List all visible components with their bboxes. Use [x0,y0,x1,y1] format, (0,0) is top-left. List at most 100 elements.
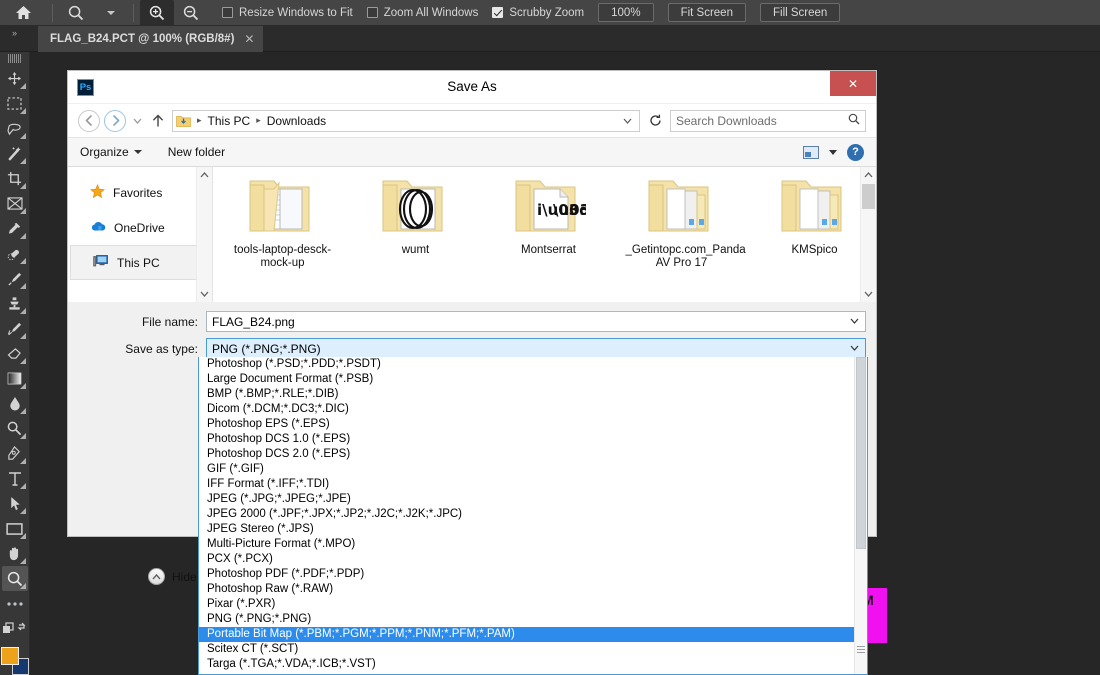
dropdown-option[interactable]: Pixar (*.PXR) [199,597,854,612]
dropdown-option[interactable]: Targa (*.TGA;*.VDA;*.ICB;*.VST) [199,657,854,672]
sidebar-item-favorites[interactable]: Favorites [68,175,212,210]
zoom-out-icon[interactable] [174,0,208,26]
dropdown-option[interactable]: Multi-Picture Format (*.MPO) [199,537,854,552]
dropdown-option[interactable]: Photoshop DCS 2.0 (*.EPS) [199,447,854,462]
file-name-input[interactable]: FLAG_B24.png [206,311,866,332]
file-item[interactable]: wumt [358,175,473,270]
chevron-down-icon[interactable] [847,343,862,354]
foreground-color-swatch[interactable] [0,647,19,665]
scrollbar-thumb[interactable] [862,184,875,209]
dropdown-option[interactable]: JPEG 2000 (*.JPF;*.JPX;*.JP2;*.J2C;*.J2K… [199,507,854,522]
active-tool-magnifier-icon[interactable] [59,0,93,26]
file-item[interactable]: tools-laptop-desck-mock-up [225,175,340,270]
address-bar[interactable]: ▸ This PC ▸ Downloads [172,109,640,132]
scrollbar-thumb[interactable] [856,357,866,549]
view-layout-icon[interactable] [803,145,819,159]
save-as-type-combobox[interactable]: PNG (*.PNG;*.PNG) [206,338,866,359]
dialog-title-bar[interactable]: Ps Save As ✕ [68,71,876,104]
sidebar-item-this-pc[interactable]: This PC [70,245,210,280]
checkbox-box[interactable] [366,7,378,18]
dropdown-option[interactable]: JPEG (*.JPG;*.JPEG;*.JPE) [199,492,854,507]
brush-tool[interactable] [2,266,28,291]
chevron-down-icon[interactable] [861,286,876,302]
sidebar-scrollbar[interactable] [196,167,212,302]
dodge-tool[interactable] [2,416,28,441]
hand-tool[interactable] [2,541,28,566]
fit-screen-button[interactable]: Fit Screen [667,3,746,22]
dropdown-option[interactable]: Photoshop EPS (*.EPS) [199,417,854,432]
zoom-in-icon[interactable] [140,0,174,26]
move-tool[interactable] [2,66,28,91]
dropdown-option[interactable]: Photoshop Raw (*.RAW) [199,582,854,597]
dropdown-option[interactable]: Photoshop DCS 1.0 (*.EPS) [199,432,854,447]
dropdown-option[interactable]: Photoshop PDF (*.PDF;*.PDP) [199,567,854,582]
history-brush-tool[interactable] [2,316,28,341]
recent-locations-chevron-down-icon[interactable] [130,110,144,132]
sidebar-item-onedrive[interactable]: OneDrive [68,210,212,245]
chevron-down-icon[interactable] [197,286,212,302]
dropdown-option[interactable]: JPEG Stereo (*.JPS) [199,522,854,537]
dropdown-scrollbar[interactable] [854,357,867,674]
chevron-up-icon[interactable] [861,167,876,183]
blur-tool[interactable] [2,391,28,416]
file-item[interactable]: KMSpico [757,175,872,270]
spot-healing-brush-tool[interactable] [2,241,28,266]
forward-button[interactable] [104,109,126,132]
fill-screen-button[interactable]: Fill Screen [759,3,841,22]
tool-preset-chevron-down-icon[interactable] [93,0,127,26]
magic-wand-tool[interactable] [2,141,28,166]
collapse-panels-icon[interactable]: » [4,26,24,40]
refresh-icon[interactable] [644,110,666,132]
type-tool[interactable] [2,466,28,491]
eraser-tool[interactable] [2,341,28,366]
eyedropper-tool[interactable] [2,216,28,241]
color-mode-icons[interactable] [2,616,28,641]
zoom-100-percent-button[interactable]: 100% [598,3,654,22]
dropdown-option[interactable]: Photoshop (*.PSD;*.PDD;*.PSDT) [199,357,854,372]
organize-button[interactable]: Organize [80,145,142,159]
clone-stamp-tool[interactable] [2,291,28,316]
dropdown-option[interactable]: GIF (*.GIF) [199,462,854,477]
pen-tool[interactable] [2,441,28,466]
checkbox-resize-windows-to-fit[interactable]: Resize Windows to Fit [222,7,353,19]
checkbox-scrubby-zoom[interactable]: Scrubby Zoom [492,7,584,19]
edit-toolbar-icon[interactable] [2,591,28,616]
dropdown-option[interactable]: PCX (*.PCX) [199,552,854,567]
file-list-scrollbar[interactable] [860,167,876,302]
chevron-up-icon[interactable] [197,167,212,183]
crop-tool[interactable] [2,166,28,191]
gradient-tool[interactable] [2,366,28,391]
zoom-tool[interactable] [1,566,28,591]
dropdown-option[interactable]: Portable Bit Map (*.PBM;*.PGM;*.PPM;*.PN… [199,627,854,642]
path-selection-tool[interactable] [2,491,28,516]
close-icon[interactable]: ✕ [244,32,254,46]
file-list[interactable]: tools-laptop-desck-mock-up wumt i\u03d \… [213,167,876,302]
dropdown-option[interactable]: Scitex CT (*.SCT) [199,642,854,657]
dropdown-option[interactable]: BMP (*.BMP;*.RLE;*.DIB) [199,387,854,402]
help-icon[interactable]: ? [847,143,864,161]
up-one-level-icon[interactable] [148,110,168,132]
back-button[interactable] [78,109,100,132]
search-icon[interactable] [848,113,860,128]
toolbar-drag-handle[interactable] [7,54,22,63]
chevron-down-icon[interactable] [847,316,862,327]
rectangle-tool[interactable] [2,516,28,541]
dropdown-option[interactable]: Large Document Format (*.PSB) [199,372,854,387]
dropdown-option[interactable]: Dicom (*.DCM;*.DC3;*.DIC) [199,402,854,417]
file-item[interactable]: _Getintopc.com_Panda AV Pro 17 [624,175,746,270]
document-tab[interactable]: FLAG_B24.PCT @ 100% (RGB/8#) ✕ [38,26,264,52]
search-input[interactable]: Search Downloads [670,109,866,132]
breadcrumb-this-pc[interactable]: This PC [208,114,251,128]
frame-tool[interactable] [2,191,28,216]
home-icon[interactable] [0,0,46,26]
lasso-tool[interactable] [2,116,28,141]
checkbox-box[interactable] [492,7,504,18]
dropdown-option[interactable]: PNG (*.PNG;*.PNG) [199,612,854,627]
view-caret-down-icon[interactable] [829,149,837,155]
dropdown-option[interactable]: IFF Format (*.IFF;*.TDI) [199,477,854,492]
file-type-dropdown-list[interactable]: Photoshop (*.PSD;*.PDD;*.PSDT) Large Docu… [198,357,868,675]
checkbox-zoom-all-windows[interactable]: Zoom All Windows [366,7,478,19]
color-swatches[interactable] [0,647,29,675]
address-chevron-down-icon[interactable] [623,116,636,126]
new-folder-button[interactable]: New folder [168,145,225,159]
